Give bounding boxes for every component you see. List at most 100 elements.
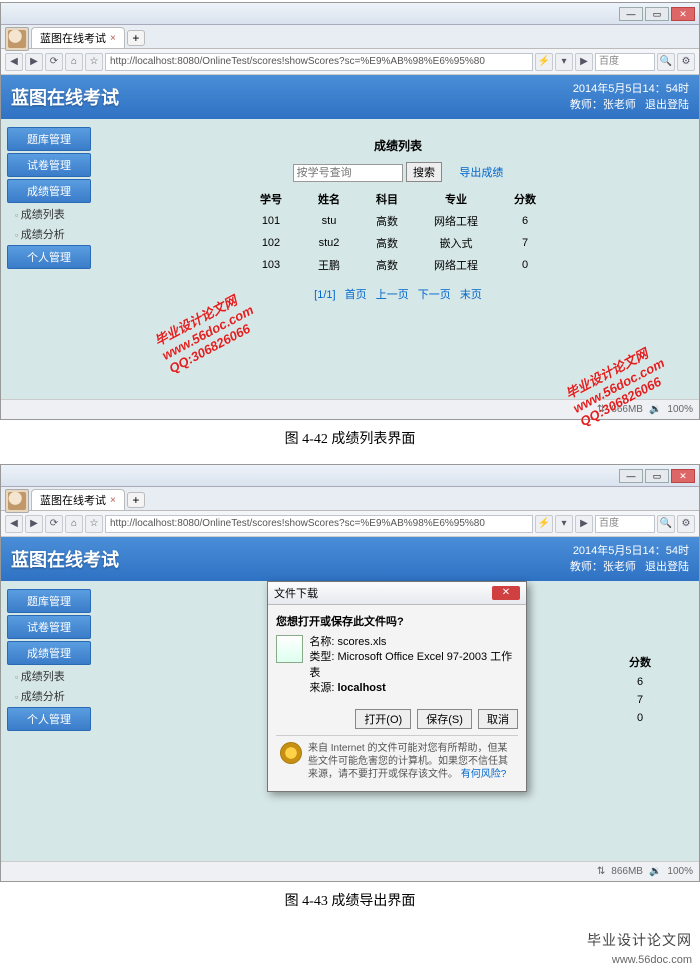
- status-sound-icon: 🔉: [649, 404, 661, 415]
- nav-star-icon[interactable]: ☆: [85, 515, 103, 533]
- screenshot-1: — ▭ ✕ 蓝图在线考试 × + ◀ ▶ ⟳ ⌂ ☆ http://localh…: [0, 2, 700, 420]
- sidebar-sub-score-analysis[interactable]: 成绩分析: [15, 687, 91, 705]
- screenshot-2: — ▭ ✕ 蓝图在线考试 × + ◀ ▶ ⟳ ⌂ ☆ http://localh…: [0, 464, 700, 882]
- shield-icon: [280, 742, 302, 764]
- window-maximize[interactable]: ▭: [645, 7, 669, 21]
- status-mem: 866MB: [611, 404, 643, 415]
- tab-title: 蓝图在线考试: [40, 492, 106, 508]
- sidebar-sub-score-list[interactable]: 成绩列表: [15, 667, 91, 685]
- sidebar-item-question-bank[interactable]: 题库管理: [7, 589, 91, 613]
- nav-back-icon[interactable]: ◀: [5, 515, 23, 533]
- window-titlebar: — ▭ ✕: [1, 3, 699, 25]
- app-title: 蓝图在线考试: [11, 84, 119, 110]
- window-maximize[interactable]: ▭: [645, 469, 669, 483]
- sidebar-sub-score-analysis[interactable]: 成绩分析: [15, 225, 91, 243]
- figure-caption-1: 图 4-42 成绩列表界面: [0, 428, 700, 448]
- sidebar-item-question-bank[interactable]: 题库管理: [7, 127, 91, 151]
- tab-close-icon[interactable]: ×: [110, 33, 116, 44]
- app-banner: 蓝图在线考试 2014年5月5日14：54时 教师：张老师 退出登陆: [1, 75, 699, 119]
- pager-prev[interactable]: 上一页: [376, 289, 409, 301]
- window-titlebar: — ▭ ✕: [1, 465, 699, 487]
- search-engine-box[interactable]: 百度: [595, 53, 655, 71]
- dialog-titlebar[interactable]: 文件下载 ✕: [268, 582, 526, 605]
- sidebar-item-scores[interactable]: 成绩管理: [7, 641, 91, 665]
- dialog-save-button[interactable]: 保存(S): [417, 709, 472, 729]
- logout-link[interactable]: 退出登陆: [645, 99, 689, 111]
- browser-toolbar: ◀ ▶ ⟳ ⌂ ☆ http://localhost:8080/OnlineTe…: [1, 511, 699, 537]
- dialog-file-row: 名称: scores.xls 类型: Microsoft Office Exce…: [276, 635, 518, 697]
- nav-home-icon[interactable]: ⌂: [65, 53, 83, 71]
- search-icon[interactable]: 🔍: [657, 53, 675, 71]
- nav-star-icon[interactable]: ☆: [85, 53, 103, 71]
- sidebar-item-personal[interactable]: 个人管理: [7, 707, 91, 731]
- settings-icon[interactable]: ⚙: [677, 53, 695, 71]
- window-close[interactable]: ✕: [671, 469, 695, 483]
- col-name: 姓名: [300, 188, 358, 210]
- dialog-open-button[interactable]: 打开(O): [355, 709, 411, 729]
- teacher-label: 教师：: [570, 99, 603, 111]
- tab-title: 蓝图在线考试: [40, 30, 106, 46]
- sidebar-item-paper[interactable]: 试卷管理: [7, 615, 91, 639]
- nav-forward-icon[interactable]: ▶: [25, 53, 43, 71]
- dropdown-icon[interactable]: ▾: [555, 53, 573, 71]
- browser-tabbar: 蓝图在线考试 × +: [1, 25, 699, 49]
- sidebar-item-personal[interactable]: 个人管理: [7, 245, 91, 269]
- window-minimize[interactable]: —: [619, 469, 643, 483]
- dialog-title: 文件下载: [274, 585, 318, 601]
- dialog-close-icon[interactable]: ✕: [492, 586, 520, 600]
- play-icon[interactable]: ▶: [575, 515, 593, 533]
- browser-tab[interactable]: 蓝图在线考试 ×: [31, 489, 125, 510]
- avatar: [5, 489, 29, 513]
- logout-link[interactable]: 退出登陆: [645, 561, 689, 573]
- col-id: 学号: [242, 188, 300, 210]
- table-row: 102stu2高数嵌入式7: [242, 232, 554, 254]
- search-row: 搜索 导出成绩: [107, 162, 689, 182]
- settings-icon[interactable]: ⚙: [677, 515, 695, 533]
- pager: [1/1] 首页 上一页 下一页 末页: [107, 286, 689, 302]
- pager-last[interactable]: 末页: [460, 289, 482, 301]
- dialog-risk-link[interactable]: 有何风险?: [461, 769, 507, 780]
- page-heading: 成绩列表: [107, 137, 689, 154]
- search-engine-box[interactable]: 百度: [595, 515, 655, 533]
- banner-right: 2014年5月5日14：54时 教师：张老师 退出登陆: [570, 543, 689, 576]
- window-close[interactable]: ✕: [671, 7, 695, 21]
- status-zoom: 100%: [667, 866, 693, 877]
- dialog-cancel-button[interactable]: 取消: [478, 709, 518, 729]
- sidebar-sub-score-list[interactable]: 成绩列表: [15, 205, 91, 223]
- export-link[interactable]: 导出成绩: [459, 167, 503, 179]
- dialog-warning: 来自 Internet 的文件可能对您有所帮助，但某些文件可能危害您的计算机。如…: [276, 735, 518, 783]
- tab-add-button[interactable]: +: [127, 492, 145, 508]
- search-button[interactable]: 搜索: [406, 162, 442, 182]
- pager-next[interactable]: 下一页: [418, 289, 451, 301]
- nav-home-icon[interactable]: ⌂: [65, 515, 83, 533]
- dialog-question: 您想打开或保存此文件吗?: [276, 613, 518, 629]
- tab-close-icon[interactable]: ×: [110, 495, 116, 506]
- col-subject: 科目: [358, 188, 416, 210]
- app-body: 题库管理 试卷管理 成绩管理 成绩列表 成绩分析 个人管理 成绩列表 搜索 导出…: [1, 119, 699, 399]
- pager-first[interactable]: 首页: [345, 289, 367, 301]
- nav-reload-icon[interactable]: ⟳: [45, 515, 63, 533]
- nav-reload-icon[interactable]: ⟳: [45, 53, 63, 71]
- file-download-dialog: 文件下载 ✕ 您想打开或保存此文件吗? 名称: scores.xls 类型: M…: [267, 581, 527, 792]
- search-input[interactable]: [293, 164, 403, 182]
- dropdown-icon[interactable]: ▾: [555, 515, 573, 533]
- col-score: 分数: [496, 188, 554, 210]
- bolt-icon[interactable]: ⚡: [535, 53, 553, 71]
- sidebar-item-paper[interactable]: 试卷管理: [7, 153, 91, 177]
- address-bar[interactable]: http://localhost:8080/OnlineTest/scores!…: [105, 515, 533, 533]
- window-minimize[interactable]: —: [619, 7, 643, 21]
- main-panel: 成绩列表 搜索 导出成绩 学号 姓名 科目 专业 分数 101stu高数网络工程…: [97, 119, 699, 399]
- tab-add-button[interactable]: +: [127, 30, 145, 46]
- browser-toolbar: ◀ ▶ ⟳ ⌂ ☆ http://localhost:8080/OnlineTe…: [1, 49, 699, 75]
- browser-tab[interactable]: 蓝图在线考试 ×: [31, 27, 125, 48]
- play-icon[interactable]: ▶: [575, 53, 593, 71]
- main-panel: 分数 6 7 0 文件下载 ✕ 您想打开或保存此文件吗? 名称: scores.…: [97, 581, 699, 861]
- nav-forward-icon[interactable]: ▶: [25, 515, 43, 533]
- search-icon[interactable]: 🔍: [657, 515, 675, 533]
- datetime: 2014年5月5日14：54时: [570, 543, 689, 560]
- file-info: 名称: scores.xls 类型: Microsoft Office Exce…: [309, 635, 518, 697]
- nav-back-icon[interactable]: ◀: [5, 53, 23, 71]
- sidebar-item-scores[interactable]: 成绩管理: [7, 179, 91, 203]
- address-bar[interactable]: http://localhost:8080/OnlineTest/scores!…: [105, 53, 533, 71]
- bolt-icon[interactable]: ⚡: [535, 515, 553, 533]
